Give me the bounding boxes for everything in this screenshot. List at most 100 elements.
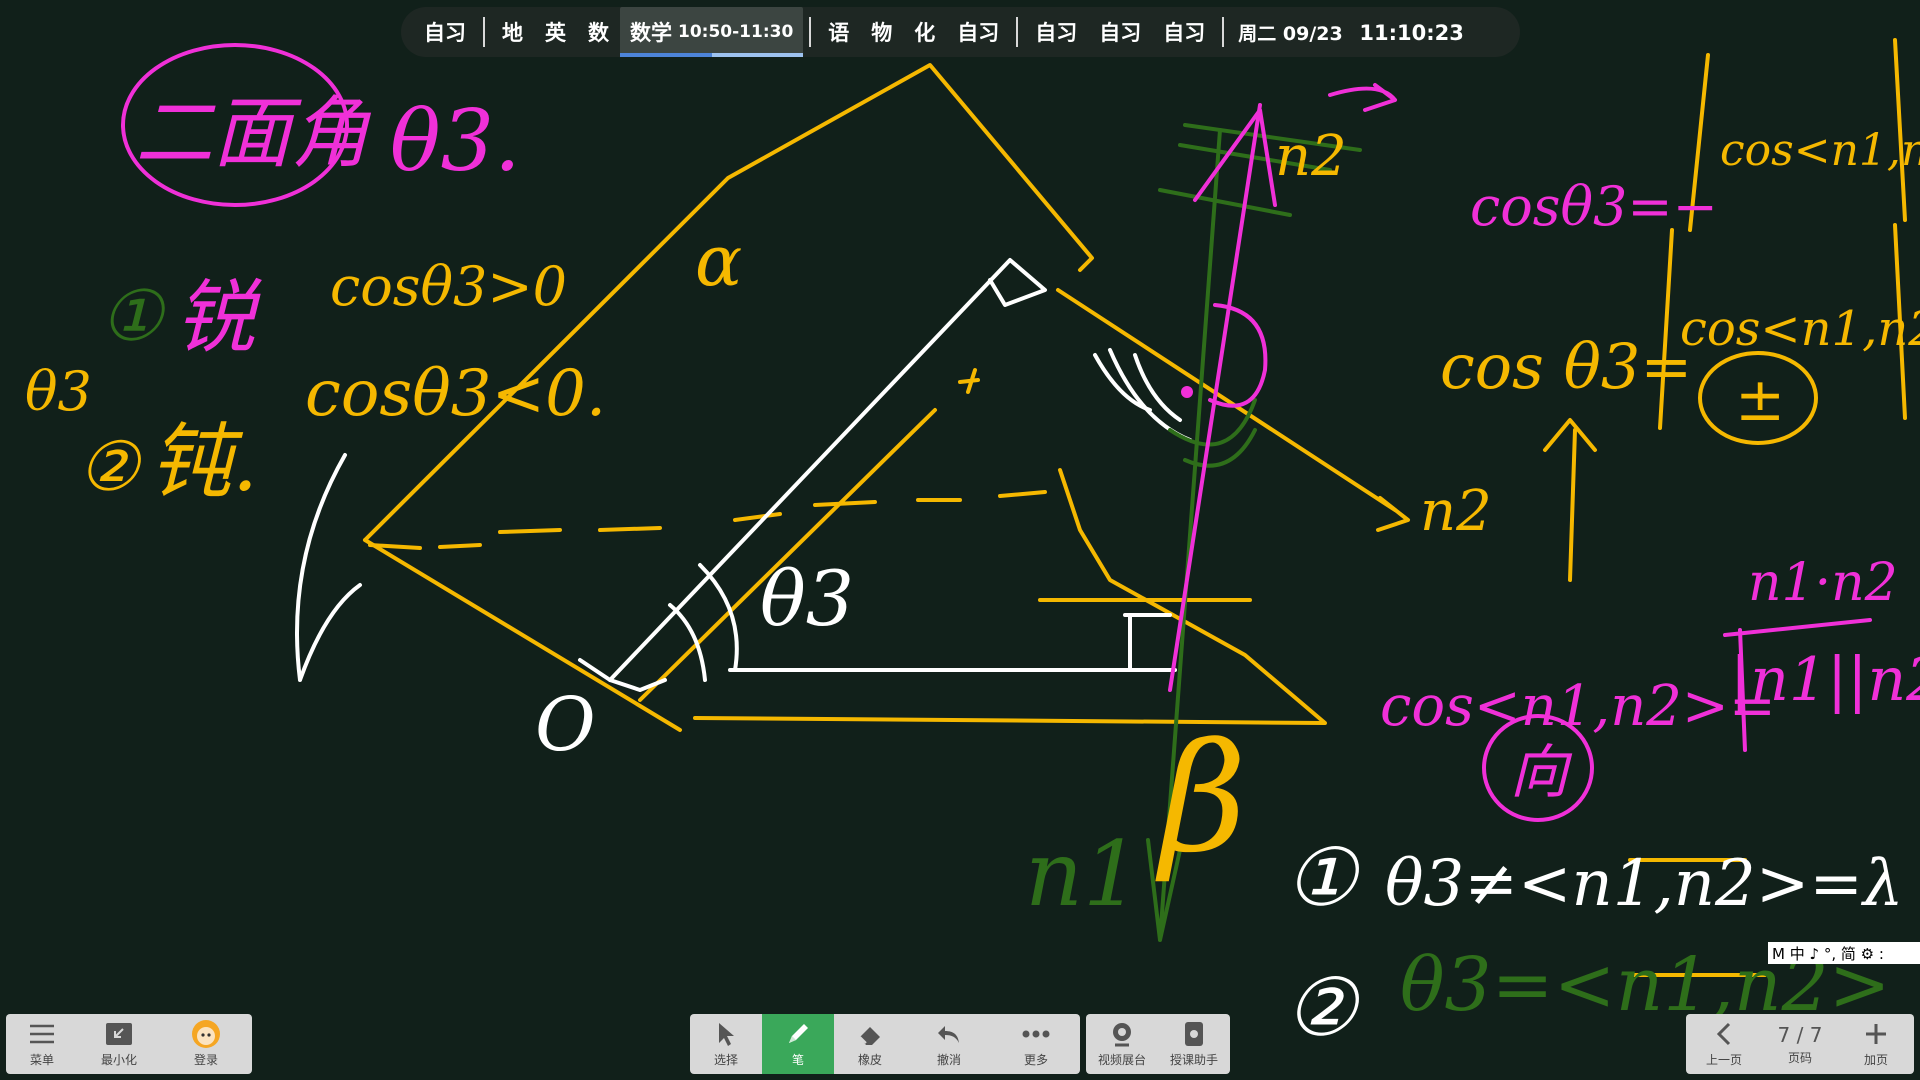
case1-acute-word: 锐 [175,271,262,364]
date-clock: 周二 09/23 11:10:23 [1230,19,1472,46]
input-method-status-bar[interactable]: M 中 ♪ °, 简 ⚙ : [1768,942,1920,964]
undo-icon [934,1020,964,1048]
left-toolbar: 菜单 最小化 登录 [6,1014,252,1074]
case1-index: ① [100,275,166,357]
rule1-index: ① [1285,831,1361,924]
video-booth-button[interactable]: 视频展台 [1086,1014,1158,1074]
formula-top-lhs: cosθ3=− [1470,175,1718,238]
period-9: 自习 [1035,21,1078,45]
rule1-text: θ3≠<n1,n2>=λ [1385,847,1904,921]
title-dihedral-angle: 二面角 [135,89,372,179]
pen-icon [783,1020,813,1048]
menu-button[interactable]: 菜单 [6,1014,78,1074]
formula-mid-rhs: cos<n1,n2> [1680,301,1920,357]
schedule-separator [1222,17,1225,47]
current-period: 数学 10:50-11:30 [620,7,804,57]
n2-top-label: n2 [1275,124,1347,189]
undo-button[interactable]: 撤消 [906,1014,992,1074]
formula-bottom-lhs: cos<n1,n2>= [1380,674,1776,739]
case2-index: ② [78,428,142,507]
period-progress-bar [620,53,712,57]
camera-icon [1107,1020,1137,1048]
eraser-tool-button[interactable]: 橡皮 [834,1014,906,1074]
ime-status-text: M 中 ♪ °, 简 ⚙ : [1772,944,1884,963]
pen-tool-button[interactable]: 笔 [762,1014,834,1074]
minimize-button[interactable]: 最小化 [78,1014,160,1074]
add-page-button[interactable]: 加页 [1838,1014,1914,1074]
avatar-icon [191,1020,221,1048]
prev-page-button[interactable]: 上一页 [1686,1014,1762,1074]
period-4: 数 [588,21,609,45]
prev-page-label: 上一页 [1705,1053,1742,1067]
formula-plus-minus: ± [1735,365,1785,435]
menu-icon [27,1020,57,1048]
select-tool-label: 选择 [713,1053,738,1067]
login-button[interactable]: 登录 [160,1014,252,1074]
cursor-icon [711,1020,741,1048]
more-icon [1021,1020,1051,1048]
clock-time: 11:10:23 [1359,20,1464,45]
add-page-label: 加页 [1863,1053,1888,1067]
class-schedule-bar: 自习 地 英 数 数学 10:50-11:30 语 物 化 自习 自习 自习 自… [401,7,1520,57]
whiteboard-canvas[interactable]: 二面角 θ3. ① 锐 cosθ3>0 θ3 ② 钝. cosθ3<0. α β… [0,0,1920,1080]
login-label: 登录 [193,1053,218,1067]
schedule-separator [809,17,812,47]
schedule-group-3: 语 物 化 自习 [817,7,1010,57]
page-indicator[interactable]: 7 / 7 页码 [1762,1014,1838,1074]
schedule-group-2: 地 英 数 数学 10:50-11:30 [491,7,804,57]
assistant-icon [1179,1020,1209,1048]
extra-toolbar: 视频展台 授课助手 [1086,1014,1230,1074]
undo-label: 撤消 [936,1053,961,1067]
minimize-label: 最小化 [100,1053,137,1067]
period-3: 英 [545,21,566,45]
period-11: 自习 [1163,21,1206,45]
beta-label: β [1155,712,1247,886]
minimize-icon [104,1020,134,1048]
formula-denominator: |n1||n2| [1730,645,1920,715]
drawing-toolbar: 选择 笔 橡皮 撤消 更多 [690,1014,1080,1074]
case2-cos-negative: cosθ3<0. [305,357,606,431]
page-label: 页码 [1787,1050,1812,1065]
schedule-group-1: 自习 [413,7,477,57]
alpha-label: α [695,220,742,302]
current-subject: 数学 [630,21,672,45]
period-10: 自习 [1099,21,1142,45]
page-number: 7 / 7 [1777,1022,1823,1047]
case1-cos-positive: cosθ3>0 [330,255,567,318]
date-label: 周二 09/23 [1238,22,1343,45]
theta3-angle-label: θ3 [760,554,854,643]
n2-right-label: n2 [1420,479,1492,544]
eraser-icon [855,1020,885,1048]
case2-obtuse-word: 钝. [150,415,258,510]
period-8: 自习 [957,21,1000,45]
select-tool-button[interactable]: 选择 [690,1014,762,1074]
formula-numerator: n1·n2 [1748,553,1898,613]
teaching-assistant-button[interactable]: 授课助手 [1158,1014,1230,1074]
teaching-assistant-label: 授课助手 [1169,1053,1218,1067]
formula-top-rhs: cos<n1,n2> [1720,125,1920,176]
chevron-left-icon [1709,1020,1739,1048]
schedule-separator [483,17,485,47]
period-1: 自习 [424,21,466,45]
current-period-time: 10:50-11:30 [678,22,794,42]
pen-tool-label: 笔 [791,1053,804,1067]
rule2-index: ② [1285,961,1361,1054]
period-6: 物 [871,21,893,45]
period-5: 语 [828,21,850,45]
more-label: 更多 [1023,1053,1048,1067]
plus-icon [1861,1020,1891,1048]
schedule-separator [1016,17,1019,47]
period-7: 化 [914,21,936,45]
more-button[interactable]: 更多 [992,1014,1080,1074]
period-2: 地 [502,21,523,45]
eraser-tool-label: 橡皮 [857,1053,882,1067]
n1-bottom-label: n1 [1025,822,1140,927]
page-navigation: 上一页 7 / 7 页码 加页 [1686,1014,1914,1074]
direction-note: 向 [1510,738,1573,806]
formula-mid-lhs: cos θ3= [1440,330,1692,403]
case2-theta-prefix: θ3 [25,360,92,423]
period-remaining-bar [711,53,804,57]
origin-label: O [535,682,596,768]
schedule-group-4: 自习 自习 自习 [1024,7,1216,57]
video-booth-label: 视频展台 [1097,1053,1146,1067]
